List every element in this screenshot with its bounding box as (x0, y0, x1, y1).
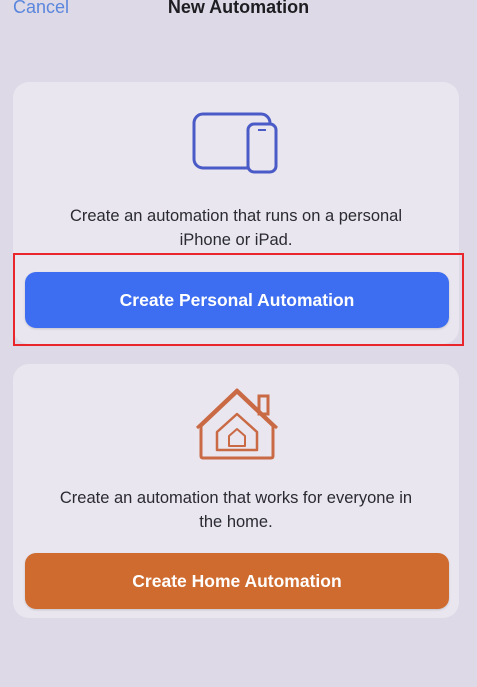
home-description-line2: the home. (199, 513, 273, 531)
home-icon (195, 388, 279, 460)
personal-description-line2: iPhone or iPad. (179, 231, 293, 249)
create-personal-automation-button[interactable]: Create Personal Automation (25, 272, 449, 328)
home-automation-card: Create an automation that works for ever… (13, 364, 459, 618)
personal-description-line1: Create an automation that runs on a pers… (69, 207, 403, 225)
devices-icon (192, 112, 278, 174)
page-title: New Automation (167, 0, 310, 17)
create-home-automation-button[interactable]: Create Home Automation (25, 553, 449, 609)
personal-description: Create an automation that runs on a pers… (13, 204, 459, 252)
personal-automation-card: Create an automation that runs on a pers… (13, 82, 459, 344)
navigation-bar: Cancel New Automation (0, 0, 477, 30)
home-description-line1: Create an automation that works for ever… (59, 489, 413, 507)
home-description: Create an automation that works for ever… (13, 486, 459, 534)
